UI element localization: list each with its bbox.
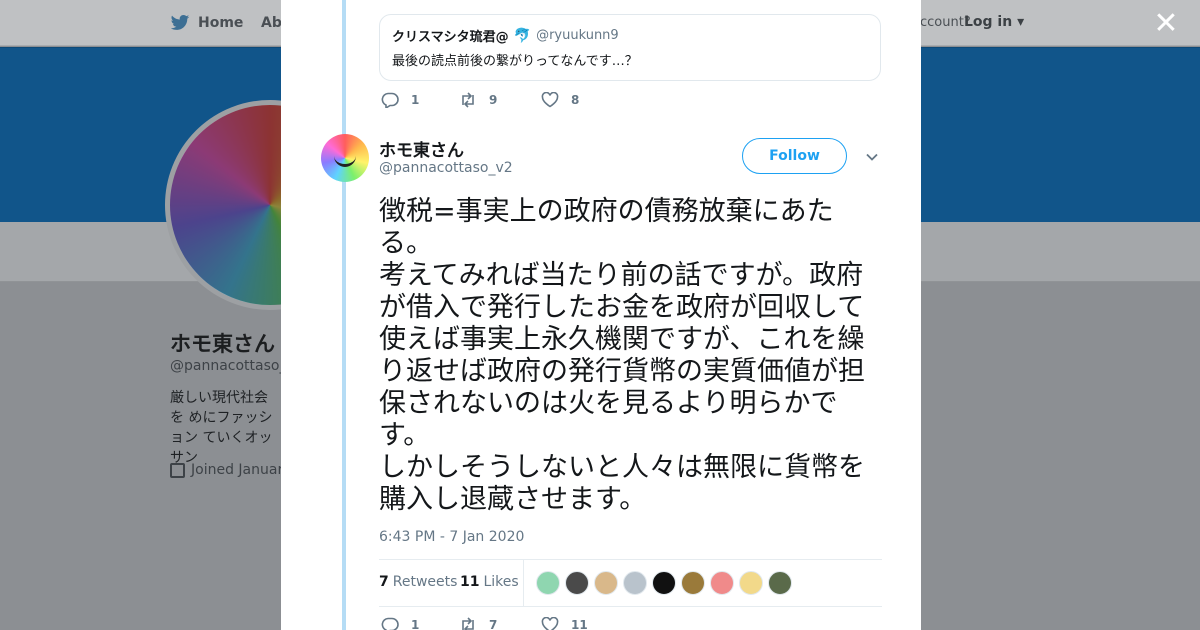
- like-count: 8: [571, 93, 580, 107]
- liker-avatar[interactable]: [652, 571, 676, 595]
- tweet-stats: 7 Retweets 11 Likes: [379, 559, 882, 607]
- profile-joined: Joined Januar: [170, 462, 283, 478]
- tweet-modal: クリスマシタ琉君@ 🐬 @ryuukunn9 最後の読点前後の繋がりってなんです…: [281, 0, 921, 630]
- heart-icon: [541, 92, 559, 108]
- liker-avatar[interactable]: [768, 571, 792, 595]
- like-button[interactable]: 11: [541, 617, 588, 630]
- retweet-count: 7: [489, 618, 498, 630]
- retweet-button[interactable]: 7: [459, 617, 541, 630]
- login-label: Log in: [964, 14, 1013, 30]
- quoted-author-name: クリスマシタ琉君@: [392, 30, 509, 45]
- login-link[interactable]: Log in ▾: [964, 14, 1024, 30]
- retweet-count: 9: [489, 93, 498, 107]
- calendar-icon: [170, 462, 185, 478]
- profile-name: ホモ東さん: [170, 332, 275, 356]
- tweet-actions: 1 7 11: [381, 617, 588, 630]
- likes-count: 11: [460, 574, 480, 590]
- heart-icon: [541, 617, 559, 630]
- author-name[interactable]: ホモ東さん: [379, 136, 464, 161]
- reply-icon: [381, 92, 399, 108]
- reply-button[interactable]: 1: [381, 617, 459, 630]
- quoted-tweet-card[interactable]: クリスマシタ琉君@ 🐬 @ryuukunn9 最後の読点前後の繋がりってなんです…: [379, 14, 881, 81]
- retweets-label: Retweets: [392, 574, 458, 590]
- like-count: 11: [571, 618, 588, 630]
- reply-count: 1: [411, 93, 420, 107]
- reply-count: 1: [411, 618, 420, 630]
- avatar-face: [334, 153, 356, 167]
- likes-stat[interactable]: 11 Likes: [460, 574, 519, 590]
- like-button[interactable]: 8: [541, 92, 579, 108]
- profile-bio: 厳しい現代社会を めにファッション ていくオッサン: [170, 390, 273, 466]
- profile-handle: @pannacottaso_v: [170, 358, 295, 374]
- stats-divider: [523, 560, 524, 606]
- quoted-author-handle: @ryuukunn9: [536, 28, 619, 43]
- retweet-icon: [462, 92, 474, 108]
- twitter-bird-icon: [170, 15, 190, 30]
- chevron-down-icon[interactable]: [865, 150, 879, 164]
- home-link[interactable]: Home: [170, 14, 243, 32]
- home-label: Home: [198, 15, 244, 31]
- liker-avatar[interactable]: [710, 571, 734, 595]
- liker-avatar[interactable]: [565, 571, 589, 595]
- author-avatar[interactable]: [321, 134, 369, 182]
- retweet-button[interactable]: 9: [459, 92, 541, 108]
- liker-avatar[interactable]: [623, 571, 647, 595]
- reply-button[interactable]: 1: [381, 92, 459, 108]
- tweet-text: 徴税=事実上の政府の債務放棄にあたる。 考えてみれば当たり前の話ですが。政府が借…: [379, 196, 865, 515]
- thread-line: [342, 0, 346, 630]
- quoted-tweet-actions: 1 9 8: [381, 92, 579, 108]
- tweet-timestamp[interactable]: 6:43 PM - 7 Jan 2020: [379, 529, 524, 545]
- reply-icon: [381, 617, 399, 630]
- liker-avatar[interactable]: [594, 571, 618, 595]
- retweet-icon: [462, 617, 474, 630]
- joined-label: Joined Januar: [191, 462, 284, 478]
- liker-avatar[interactable]: [536, 571, 560, 595]
- liker-avatar[interactable]: [681, 571, 705, 595]
- retweets-stat[interactable]: 7 Retweets: [379, 574, 457, 590]
- author-handle[interactable]: @pannacottaso_v2: [379, 160, 513, 176]
- follow-button[interactable]: Follow: [742, 138, 847, 174]
- dolphin-icon: 🐬: [513, 27, 532, 44]
- retweets-count: 7: [379, 574, 389, 590]
- likes-label: Likes: [483, 574, 519, 590]
- quoted-tweet-text: 最後の読点前後の繋がりってなんです…？: [392, 54, 638, 69]
- liker-avatar[interactable]: [739, 571, 763, 595]
- liker-avatars: [536, 571, 792, 595]
- close-icon[interactable]: ✕: [1152, 9, 1180, 39]
